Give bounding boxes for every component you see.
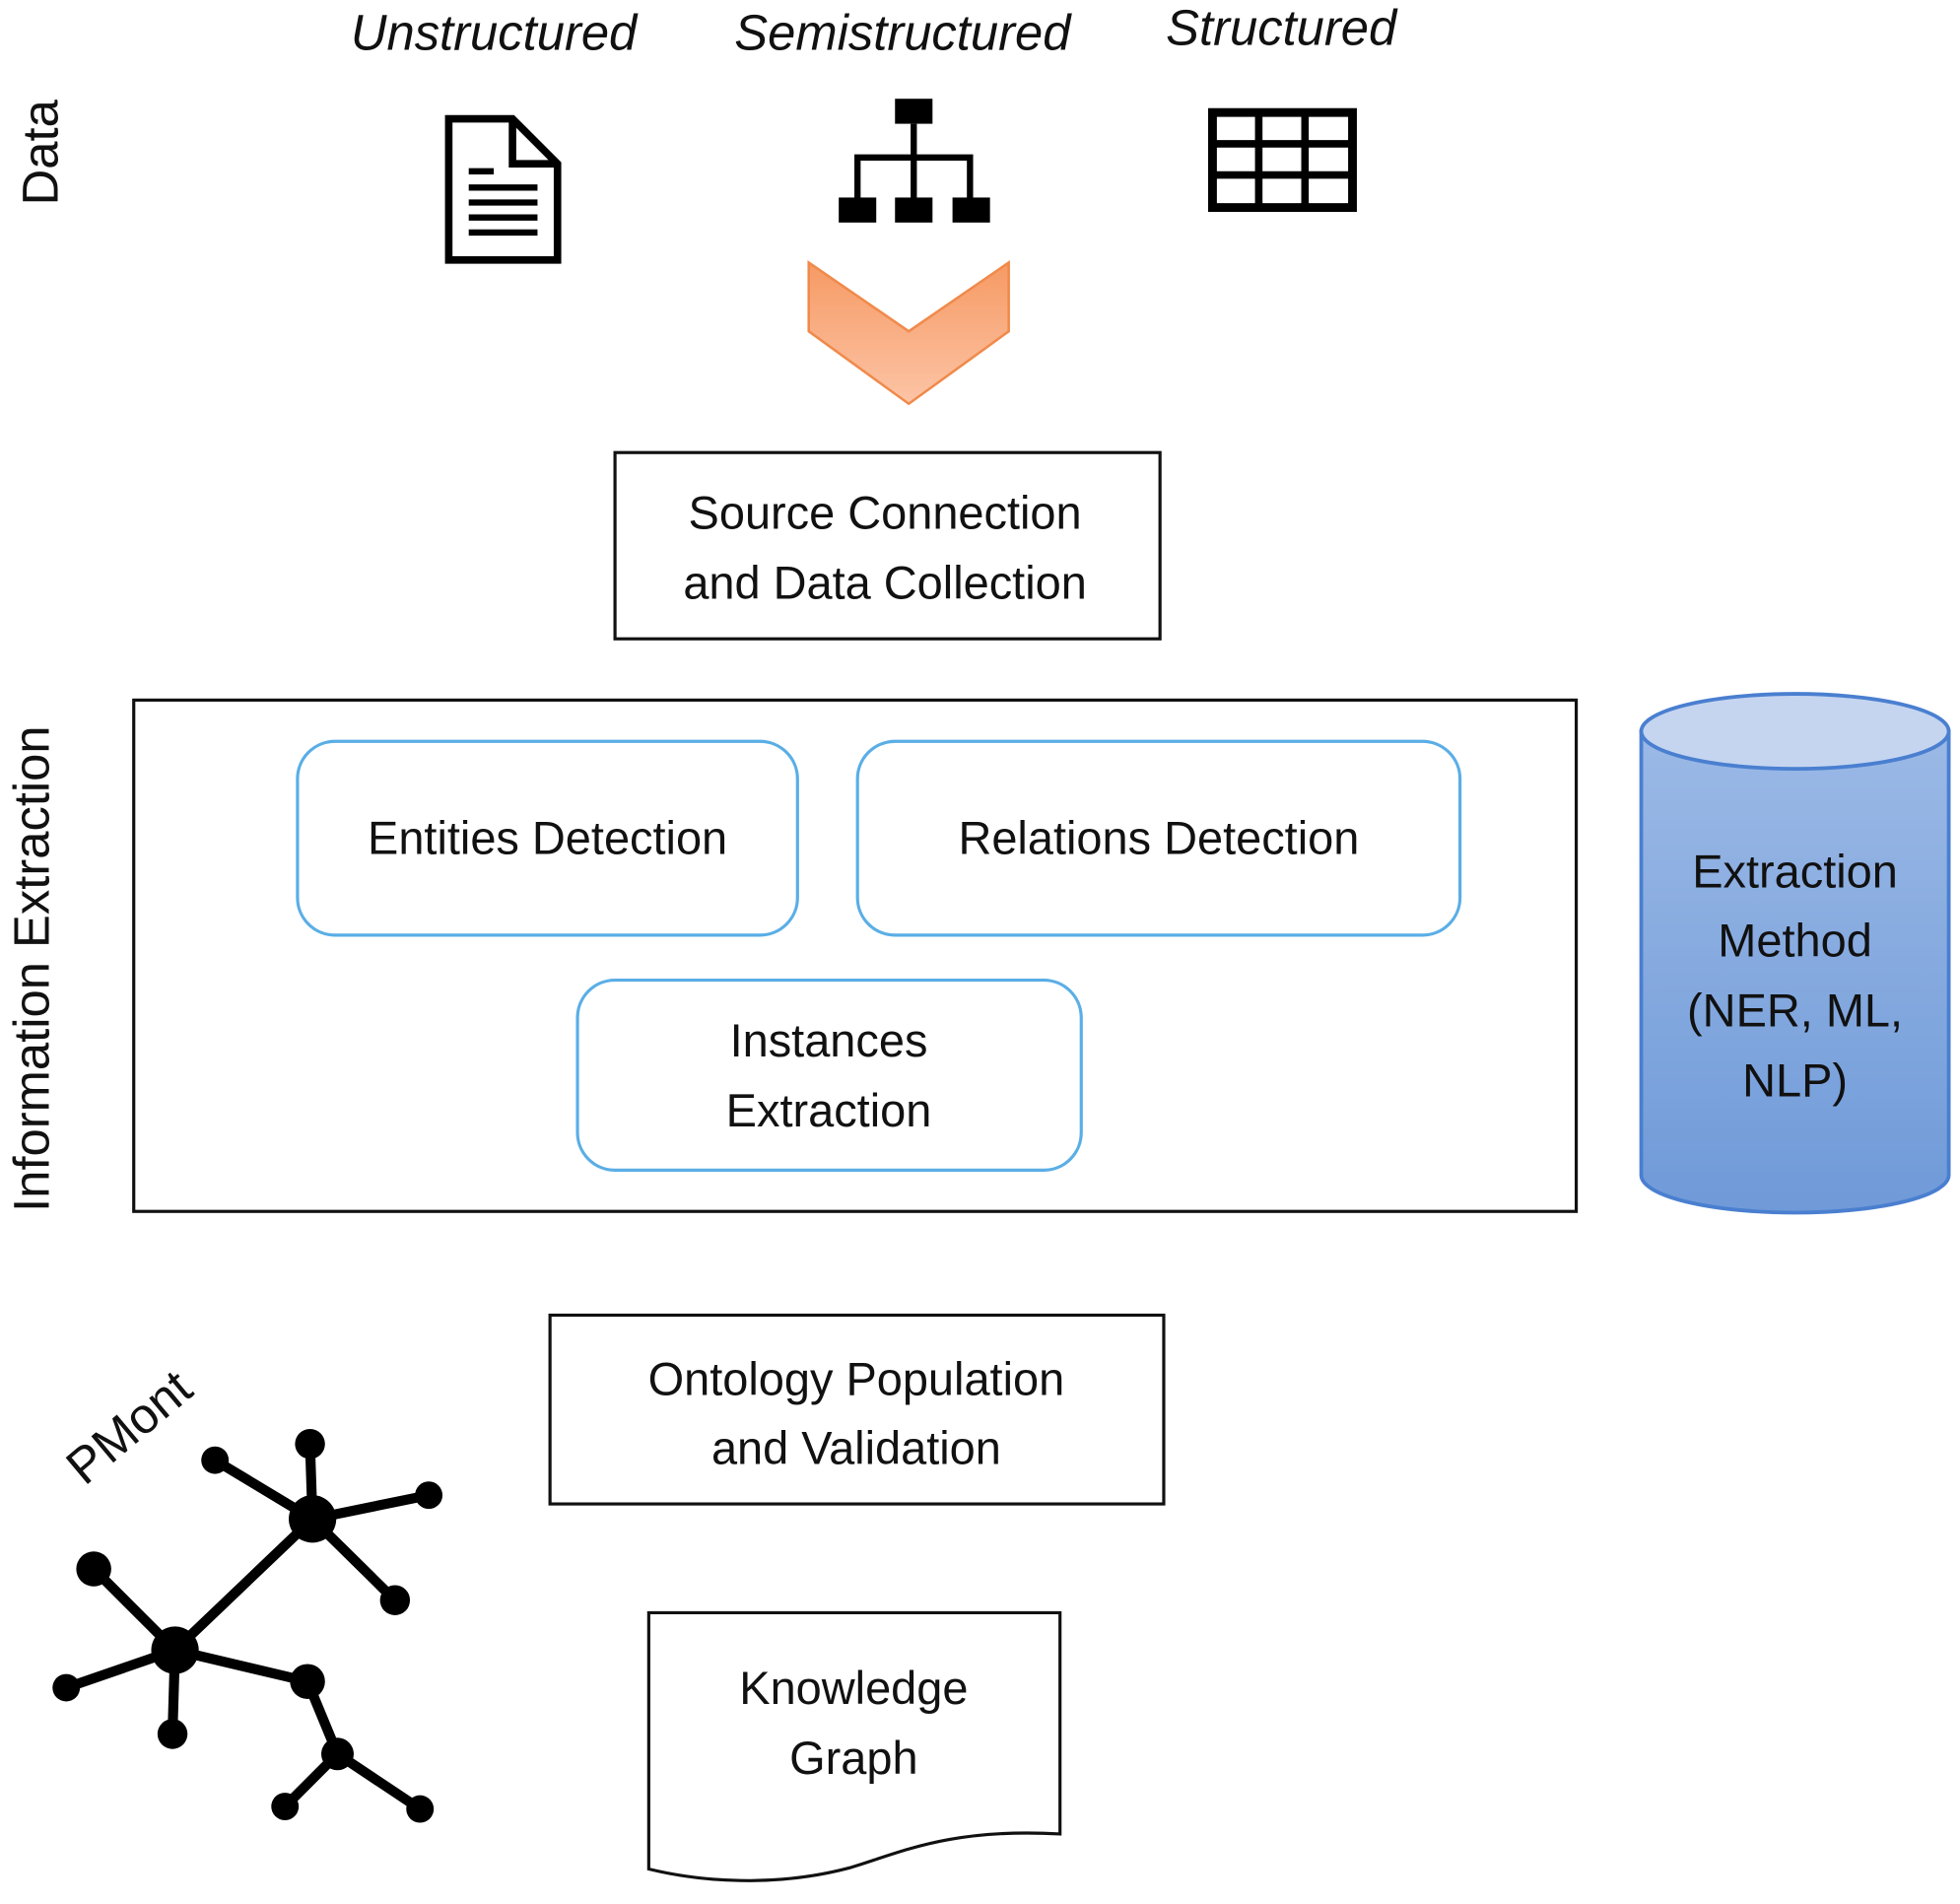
table-icon bbox=[1208, 107, 1357, 213]
svg-text:Source Connection: Source Connection bbox=[689, 488, 1082, 539]
document-icon bbox=[444, 114, 562, 264]
svg-text:Ontology Population: Ontology Population bbox=[648, 1354, 1065, 1405]
label-semistructured: Semistructured bbox=[734, 5, 1072, 61]
label-structured: Structured bbox=[1166, 0, 1398, 56]
entities-detection-box: Entities Detection bbox=[296, 739, 799, 937]
svg-text:Entities Detection: Entities Detection bbox=[368, 812, 727, 863]
svg-text:Instances: Instances bbox=[730, 1015, 928, 1066]
svg-text:Relations Detection: Relations Detection bbox=[958, 812, 1359, 863]
hierarchy-icon bbox=[839, 99, 990, 223]
svg-text:Extraction: Extraction bbox=[726, 1085, 932, 1136]
extraction-method-database: Extraction Method (NER, ML, NLP) bbox=[1639, 692, 1951, 1215]
pipeline-diagram: Unstructured Semistructured Structured D… bbox=[3, 0, 1951, 1882]
label-unstructured: Unstructured bbox=[351, 5, 639, 61]
svg-text:NLP): NLP) bbox=[1742, 1055, 1848, 1107]
network-graph-icon bbox=[52, 1428, 443, 1823]
svg-text:Extraction: Extraction bbox=[1692, 847, 1898, 898]
relations-detection-box: Relations Detection bbox=[855, 739, 1462, 937]
label-data: Data bbox=[12, 99, 68, 205]
label-pmont: PMont bbox=[55, 1359, 202, 1495]
label-information-extraction: Information Extraction bbox=[3, 725, 59, 1211]
svg-text:and Validation: and Validation bbox=[711, 1422, 1001, 1473]
chevron-down-arrow bbox=[807, 259, 1010, 406]
svg-text:Graph: Graph bbox=[789, 1733, 917, 1784]
source-connection-box: Source Connection and Data Collection bbox=[613, 450, 1162, 641]
svg-text:Method: Method bbox=[1718, 915, 1872, 966]
svg-text:Knowledge: Knowledge bbox=[739, 1663, 968, 1714]
knowledge-graph-document: Knowledge Graph bbox=[646, 1610, 1062, 1882]
svg-text:and Data Collection: and Data Collection bbox=[683, 558, 1087, 609]
instances-extraction-box: Instances Extraction bbox=[575, 978, 1083, 1172]
svg-text:(NER, ML,: (NER, ML, bbox=[1687, 985, 1903, 1036]
ontology-population-box: Ontology Population and Validation bbox=[548, 1313, 1166, 1506]
